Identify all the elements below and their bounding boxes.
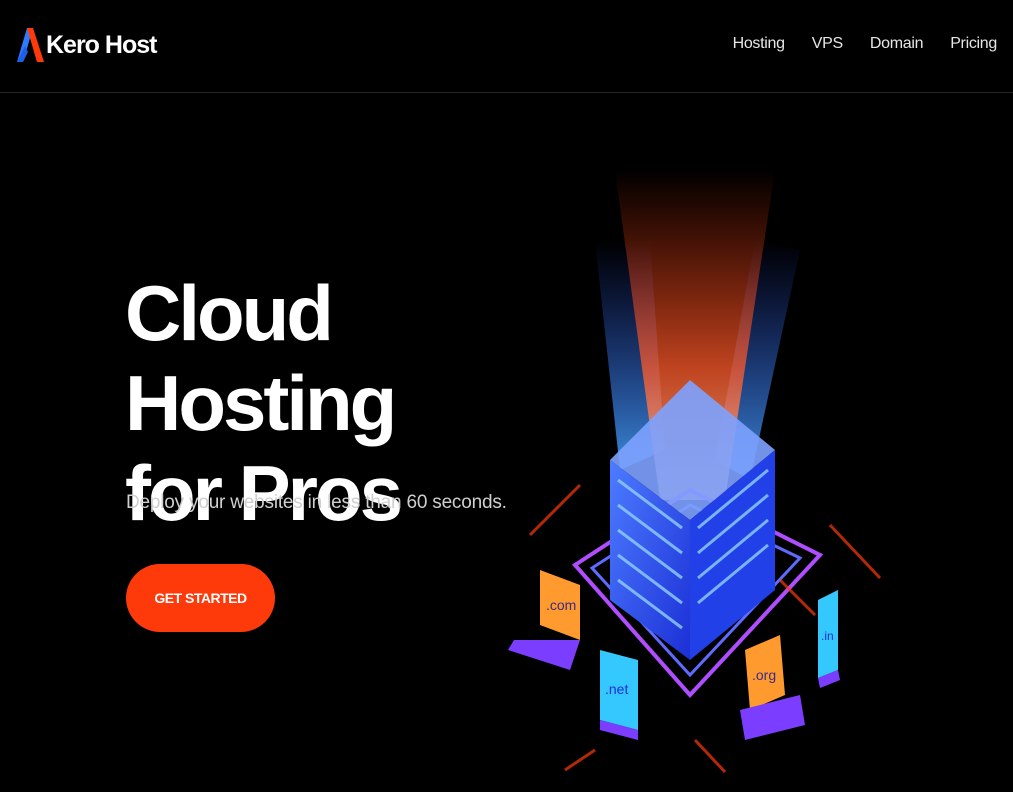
phone-in: .in [818,590,840,688]
hero-title-line1: Cloud Hosting [125,269,397,447]
domain-label-net: .net [605,681,628,697]
brand-name: Kero Host [46,30,157,59]
hero-subtitle: Deploy your websites in less than 60 sec… [126,492,507,513]
laptop-com: .com [508,570,580,670]
brand-logo[interactable]: Kero Host [15,24,157,66]
main-nav: Hosting VPS Domain Pricing [706,35,998,53]
server-cluster-illustration: .com .net .org .in [508,170,882,774]
domain-label-com: .com [546,597,576,613]
laptop-org: .org [740,635,805,740]
domain-label-in: .in [821,629,834,643]
tablet-net: .net [600,650,638,740]
domain-label-org: .org [752,667,776,683]
nav-link-vps[interactable]: VPS [812,35,843,53]
nav-link-pricing[interactable]: Pricing [950,35,997,53]
get-started-button[interactable]: GET STARTED [126,564,275,632]
nav-link-hosting[interactable]: Hosting [733,35,785,53]
kero-logo-icon [17,28,44,62]
nav-link-domain[interactable]: Domain [870,35,924,53]
top-navbar: Kero Host Hosting VPS Domain Pricing [0,0,1013,93]
